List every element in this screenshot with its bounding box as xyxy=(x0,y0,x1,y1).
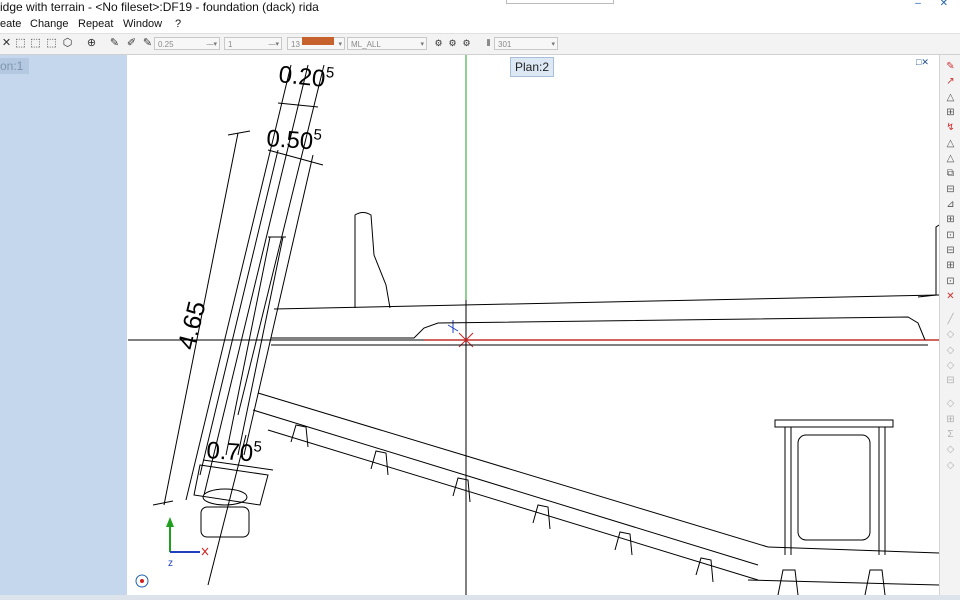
format-painter-icon[interactable]: ✎ xyxy=(108,37,121,50)
pile-core-left xyxy=(225,236,271,456)
status-bar xyxy=(0,595,960,600)
axis-y-arrowhead xyxy=(166,517,174,527)
shape-tool-icon-4[interactable]: ◇ xyxy=(944,397,957,410)
bottom-chord xyxy=(747,579,939,586)
girder-top-line xyxy=(257,392,769,548)
color-swatch xyxy=(302,37,334,45)
break-tool-icon[interactable]: ↯ xyxy=(944,121,957,134)
line-tool-icon[interactable]: ╱ xyxy=(944,313,957,326)
shape-tool-icon-1[interactable]: ◇ xyxy=(944,328,957,341)
window-title: idge with terrain - <No fileset>:DF19 - … xyxy=(0,0,319,14)
dimension-label-3: 4.65 xyxy=(173,298,212,352)
view-window-controls[interactable]: □✕ xyxy=(916,57,929,68)
sum-tool-icon[interactable]: Σ xyxy=(944,428,957,441)
parapet-left xyxy=(354,212,391,309)
pencil-icon[interactable]: ✎ xyxy=(141,37,154,50)
rotate-tool-icon[interactable]: △ xyxy=(944,152,957,165)
drawing-canvas[interactable]: 0.205 0.505 4.65 0.705 z Plan:2 □✕ xyxy=(128,55,939,595)
view-tab-plan-2[interactable]: Plan:2 xyxy=(510,57,555,77)
toolbar: ✕ ⬚ ⬚ ⬚ ⬡ ⊕ ✎ ✐ ✎ 0.25 —▾ 1 —▾ 13 ▾ ML_ALL ▾… xyxy=(0,34,960,55)
rib-4 xyxy=(532,504,551,530)
pile-cap xyxy=(193,464,269,506)
view-panel-left: on:1 xyxy=(0,55,127,600)
girder-end-line xyxy=(767,546,939,554)
copy-tool-icon[interactable]: ⧉ xyxy=(944,167,957,180)
dimension-label-4: 0.705 xyxy=(206,435,263,468)
edit-tool-icon[interactable]: ✎ xyxy=(944,60,957,73)
cad-drawing[interactable]: 0.205 0.505 4.65 0.705 z xyxy=(128,55,939,595)
rib-5 xyxy=(614,531,633,556)
table-tool-icon[interactable]: ⊞ xyxy=(944,413,957,426)
pen-thickness-select[interactable]: 0.25 —▾ xyxy=(154,37,220,50)
parapet-right xyxy=(917,224,939,298)
diaphragm-opening xyxy=(797,434,871,541)
menu-create[interactable]: eate xyxy=(0,17,21,31)
window-buttons[interactable]: – ✕ xyxy=(915,0,956,9)
pen-icon[interactable]: ✐ xyxy=(125,37,138,50)
join-tool-icon[interactable]: ⊞ xyxy=(944,259,957,272)
grid-tool-icon[interactable]: ⊞ xyxy=(944,106,957,119)
layer-visibility-icon[interactable]: ⚙ xyxy=(432,37,445,50)
mirror-tool-icon[interactable]: △ xyxy=(944,137,957,150)
stretch-tool-icon[interactable]: ⊟ xyxy=(944,183,957,196)
pile-outer-right xyxy=(237,64,325,416)
layout-icon[interactable]: ⬚ xyxy=(29,37,42,50)
split-tool-icon[interactable]: ⊡ xyxy=(944,275,957,288)
panel-tool-icon[interactable]: ⊟ xyxy=(944,374,957,387)
rib-2 xyxy=(370,450,389,476)
girder-line-2 xyxy=(252,409,759,566)
layer-lock-icon[interactable]: ⚙ xyxy=(446,37,459,50)
cube-icon[interactable]: ⬡ xyxy=(61,37,74,50)
delete-tool-icon[interactable]: ✕ xyxy=(944,290,957,303)
deck-top-line xyxy=(273,294,939,310)
pattern-select[interactable]: 301 ▾ xyxy=(494,37,558,50)
tool-palette-right: ✎ ↗ △ ⊞ ↯ △ △ ⧉ ⊟ ⊿ ⊞ ⊡ ⊟ ⊞ ⊡ ✕ ╱ ◇ ◇ ◇ … xyxy=(939,55,960,600)
dim-tick-top xyxy=(227,130,251,136)
layer-settings-icon[interactable]: ⚙ xyxy=(460,37,473,50)
rib-8 xyxy=(864,569,886,595)
dim-tick-bottom xyxy=(152,500,174,506)
shape-tool-icon-3[interactable]: ◇ xyxy=(944,359,957,372)
delete-icon[interactable]: ✕ xyxy=(0,37,13,50)
array-tool-icon[interactable]: ⊞ xyxy=(944,213,957,226)
pile-core-right xyxy=(237,236,284,456)
menu-bar: eate Change Repeat Window ? xyxy=(0,15,960,34)
menu-window[interactable]: Window xyxy=(123,17,162,31)
menu-repeat[interactable]: Repeat xyxy=(78,17,113,31)
modify-tool-icon[interactable]: ↗ xyxy=(944,75,957,88)
shape-tool-icon-5[interactable]: ◇ xyxy=(944,443,957,456)
axis-z-label: z xyxy=(168,558,173,569)
view-tab-left[interactable]: on:1 xyxy=(0,58,29,74)
line-type-select[interactable]: 1 —▾ xyxy=(224,37,282,50)
trim-tool-icon[interactable]: ⊡ xyxy=(944,229,957,242)
frame-icon[interactable]: ⬚ xyxy=(14,37,27,50)
title-bar: idge with terrain - <No fileset>:DF19 - … xyxy=(0,0,960,15)
menu-help[interactable]: ? xyxy=(175,17,181,31)
pile-base-block xyxy=(200,506,250,538)
menu-change[interactable]: Change xyxy=(30,17,69,31)
dimension-label-2: 0.505 xyxy=(266,123,323,156)
search-box[interactable] xyxy=(506,0,614,4)
girder-line-3 xyxy=(267,429,759,581)
zoom-icon[interactable]: ⊕ xyxy=(85,37,98,50)
offset-tool-icon[interactable]: ⊿ xyxy=(944,198,957,211)
rib-7 xyxy=(777,569,799,595)
layer-select[interactable]: ML_ALL ▾ xyxy=(347,37,427,50)
shape-tool-icon-2[interactable]: ◇ xyxy=(944,344,957,357)
copy-icon[interactable]: ⬚ xyxy=(45,37,58,50)
shape-tool-icon-6[interactable]: ◇ xyxy=(944,459,957,472)
rib-1 xyxy=(290,424,309,448)
dimension-label-1: 0.205 xyxy=(277,59,335,94)
compass-center xyxy=(140,579,144,583)
diaphragm-top xyxy=(774,419,894,428)
pile-shaft-left xyxy=(199,149,279,476)
pile-shaft-right xyxy=(243,154,314,456)
extend-tool-icon[interactable]: ⊟ xyxy=(944,244,957,257)
rib-3 xyxy=(452,477,471,503)
triangle-tool-icon[interactable]: △ xyxy=(944,91,957,104)
deck-slab-edge xyxy=(271,316,926,341)
